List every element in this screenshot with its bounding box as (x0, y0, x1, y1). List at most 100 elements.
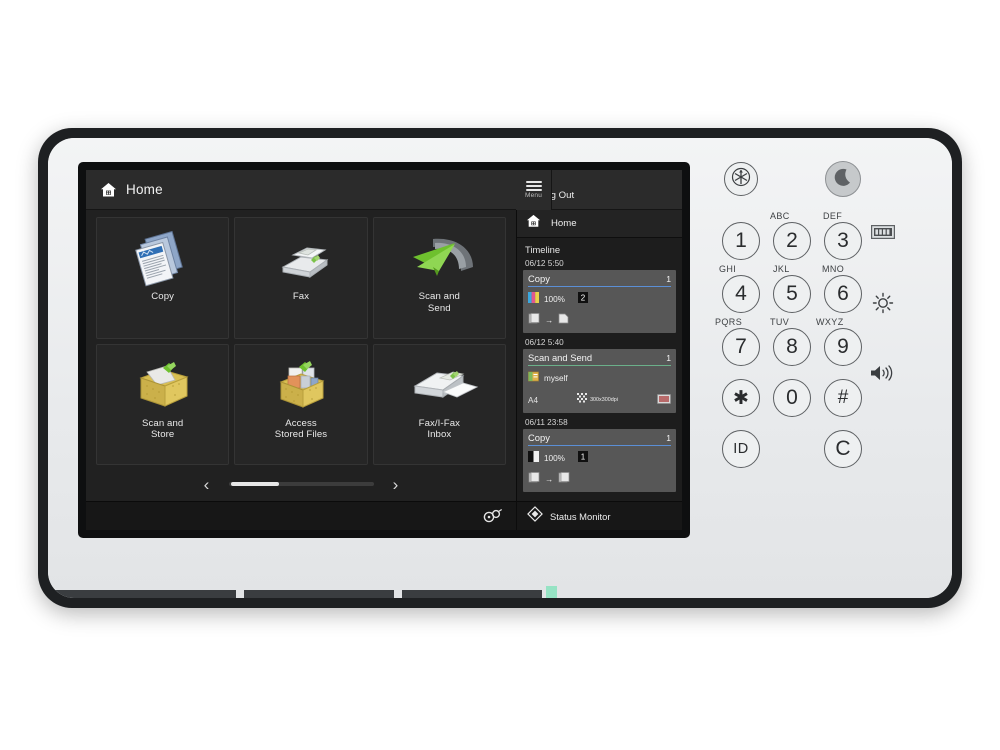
screen-footer-left (86, 501, 516, 530)
color-bars-icon (528, 290, 539, 308)
key-letters-3: DEF (823, 211, 843, 221)
file-format-icon (657, 391, 671, 409)
key-hash[interactable]: # (824, 379, 862, 417)
timeline-scan-settings-row: A4 300x300dpi (528, 391, 671, 409)
scan-send-arrow-icon (393, 227, 485, 289)
moon-icon (832, 166, 854, 193)
sidebar: User1 Log Out Home (516, 170, 682, 530)
copy-documents-icon (117, 227, 209, 289)
page-scrollbar-track[interactable] (228, 482, 374, 486)
hamburger-menu-icon (525, 181, 542, 191)
home-breadcrumb: Home (86, 182, 163, 198)
timeline-flow-row: → (528, 470, 671, 488)
menu-button[interactable]: Menu (516, 170, 552, 210)
lcd-bezel: Home Copy Fax Scan and Send Scan and Sto… (78, 162, 690, 538)
home-icon (526, 214, 541, 233)
timeline-job-count: 1 (666, 433, 671, 443)
key-8[interactable]: 8 (773, 328, 811, 366)
touchscreen[interactable]: Home Copy Fax Scan and Send Scan and Sto… (86, 170, 682, 530)
timeline-panel: Timeline 06/12 5:50 Copy 1 100% 2 → 06/1… (517, 238, 682, 501)
resolution-chip: 300x300dpi (577, 391, 618, 409)
volume-icon[interactable] (869, 363, 895, 388)
timeline-entry[interactable]: Copy 1 100% 2 → (523, 270, 676, 333)
timeline-entry[interactable]: Scan and Send 1 myself A4 300x300dpi (523, 349, 676, 413)
timeline-zoom: 100% (544, 294, 565, 304)
tile-label: Scan and Store (141, 417, 184, 441)
key-7[interactable]: 7 (722, 328, 760, 366)
key-letters-5: JKL (773, 264, 790, 274)
remote-operation-icon[interactable] (482, 508, 504, 524)
timeline-detail-row: 100% 2 (528, 290, 671, 308)
timeline-resolution: 300x300dpi (590, 397, 618, 403)
next-page-button[interactable]: › (388, 476, 404, 493)
home-icon (100, 182, 117, 198)
key-clear[interactable]: C (824, 430, 862, 468)
sleep-key[interactable] (825, 161, 861, 197)
tile-scan-and-send[interactable]: Scan and Send (372, 217, 506, 339)
prev-page-button[interactable]: ‹ (199, 476, 215, 493)
key-letters-6: MNO (822, 264, 845, 274)
tile-fax-ifax-inbox[interactable]: Fax/I-Fax Inbox (372, 343, 506, 465)
simplex-1-sided-icon: 1 (577, 449, 588, 467)
key-5[interactable]: 5 (773, 275, 811, 313)
black-white-icon (528, 449, 539, 467)
key-2[interactable]: 2 (773, 222, 811, 260)
key-3[interactable]: 3 (824, 222, 862, 260)
timeline-zoom: 100% (544, 453, 565, 463)
tile-access-stored-files[interactable]: Access Stored Files (234, 343, 368, 465)
timeline-flow-row: → (528, 311, 671, 329)
scan-store-box-icon (117, 354, 209, 416)
page-scrollbar-thumb[interactable] (230, 482, 279, 486)
status-monitor-diamond-icon (527, 505, 543, 527)
original-document-icon (528, 311, 540, 329)
timeline-destination: myself (544, 373, 568, 383)
timeline-job-name: Copy (528, 432, 550, 443)
key-letters-9: WXYZ (816, 317, 844, 327)
timeline-date: 06/12 5:50 (525, 259, 564, 268)
timeline-title: Timeline (525, 244, 561, 255)
tile-copy[interactable]: Copy (96, 217, 230, 339)
timeline-job-name: Scan and Send (528, 352, 593, 363)
key-4[interactable]: 4 (722, 275, 760, 313)
timeline-entry[interactable]: Copy 1 100% 1 → (523, 429, 676, 492)
timeline-job-count: 1 (666, 353, 671, 363)
panel-seam (244, 590, 394, 598)
counter-check-icon[interactable] (871, 225, 895, 244)
control-panel-device: Home Copy Fax Scan and Send Scan and Sto… (38, 128, 962, 608)
status-monitor-button[interactable]: Status Monitor (517, 501, 682, 530)
power-saver-key[interactable] (724, 162, 758, 196)
timeline-destination-row: myself (528, 369, 671, 387)
original-document-icon (528, 470, 540, 488)
tile-scan-and-store[interactable]: Scan and Store (96, 343, 230, 465)
sidebar-item-home[interactable]: Home (517, 210, 682, 238)
panel-inner: Home Copy Fax Scan and Send Scan and Sto… (48, 138, 952, 598)
timeline-date: 06/12 5:40 (525, 338, 564, 347)
key-6[interactable]: 6 (824, 275, 862, 313)
flow-arrow-icon: → (545, 474, 554, 484)
tile-label: Fax/I-Fax Inbox (418, 417, 461, 441)
power-saver-icon (730, 166, 752, 193)
timeline-entry-head: Copy 1 (528, 273, 671, 284)
page-title: Home (126, 182, 163, 197)
key-9[interactable]: 9 (824, 328, 862, 366)
key-letters-2: ABC (770, 211, 790, 221)
tile-label: Access Stored Files (274, 417, 328, 441)
menu-label: Menu (524, 192, 543, 199)
key-1[interactable]: 1 (722, 222, 760, 260)
hardware-keypad: ABC DEF 1 2 3 GHI JKL MNO 4 5 6 PQRS TUV… (708, 156, 952, 548)
screen-header: Home (86, 170, 516, 210)
key-asterisk[interactable]: ✱ (722, 379, 760, 417)
timeline-job-name: Copy (528, 273, 550, 284)
key-id[interactable]: ID (722, 430, 760, 468)
timeline-date: 06/11 23:58 (525, 418, 568, 427)
stored-files-box-icon (255, 354, 347, 416)
fax-machine-icon (255, 227, 347, 289)
key-0[interactable]: 0 (773, 379, 811, 417)
tile-fax[interactable]: Fax (234, 217, 368, 339)
flow-arrow-icon: → (545, 315, 554, 325)
halftone-grid-icon (577, 391, 588, 409)
brightness-icon[interactable] (872, 292, 894, 319)
status-indicator-light (546, 586, 557, 598)
timeline-entry-head: Copy 1 (528, 432, 671, 443)
copy-output-icon (558, 470, 570, 488)
